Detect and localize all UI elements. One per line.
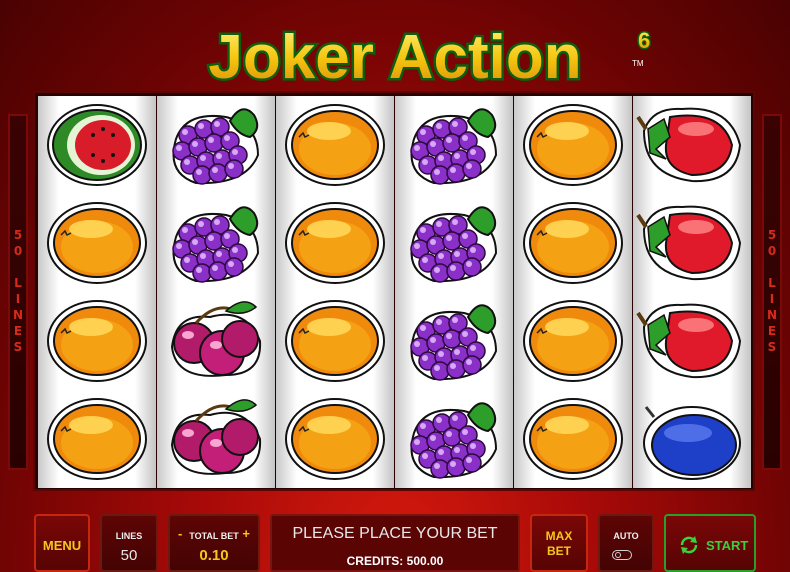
lines-value: 50: [120, 547, 138, 564]
max-bet-button[interactable]: MAX BET: [530, 514, 588, 572]
menu-button[interactable]: MENU: [34, 514, 90, 572]
reel-area: [33, 91, 755, 491]
lines-indicator-left: 50 LINES: [8, 114, 28, 470]
game-title: Joker Action 6 TM: [0, 0, 790, 93]
reel-3: [276, 96, 394, 488]
strawberry-icon: [636, 303, 742, 379]
message-panel: PLEASE PLACE YOUR BET CREDITS: 500.00: [270, 514, 520, 572]
grapes-icon: [410, 304, 498, 381]
total-bet-value: 0.10: [199, 547, 229, 564]
orange-icon: [285, 104, 385, 186]
reel-symbols: [47, 104, 147, 480]
orange-icon: [523, 300, 623, 382]
watermelon-icon: [47, 104, 147, 186]
cherries-icon: [170, 399, 262, 475]
lines-selector[interactable]: LINES 50: [100, 514, 158, 572]
grapes-icon: [410, 402, 498, 479]
orange-icon: [285, 300, 385, 382]
orange-icon: [523, 398, 623, 480]
reel-4: [395, 96, 513, 488]
orange-icon: [523, 104, 623, 186]
auto-label: AUTO: [613, 531, 639, 541]
max-bet-label: MAX BET: [532, 529, 586, 559]
reel-1: [38, 96, 156, 488]
total-bet-selector: - TOTAL BET + 0.10: [168, 514, 260, 572]
lines-label: LINES: [115, 531, 143, 541]
toggle-knob: [615, 552, 621, 558]
reel-5: [514, 96, 632, 488]
auto-toggle[interactable]: [612, 550, 632, 560]
title-superscript: 6: [638, 28, 650, 53]
autoplay-control[interactable]: AUTO: [598, 514, 654, 572]
reel-symbols: [285, 104, 385, 480]
game-title-text: Joker Action: [208, 23, 581, 92]
max-bet-label-line1: MAX: [545, 529, 573, 543]
reel-2: [157, 96, 275, 488]
orange-icon: [285, 202, 385, 284]
lines-indicator-label: 50 LINES: [765, 228, 779, 356]
strawberry-icon: [636, 205, 742, 281]
grapes-icon: [410, 108, 498, 185]
orange-icon: [47, 202, 147, 284]
start-button[interactable]: START: [664, 514, 756, 572]
orange-icon: [47, 300, 147, 382]
orange-icon: [47, 398, 147, 480]
start-label: START: [706, 538, 749, 553]
grapes-icon: [172, 206, 260, 283]
menu-button-label: MENU: [42, 538, 82, 553]
reel-symbols: [410, 108, 498, 479]
bet-increase-button[interactable]: +: [242, 526, 250, 541]
credits-display: CREDITS: 500.00: [346, 554, 444, 568]
strawberry-icon: [636, 107, 742, 183]
control-bar: MENU LINES 50 - TOTAL BET + 0.10 PLEASE …: [0, 508, 790, 572]
plum-icon: [643, 406, 741, 480]
game-logo: Joker Action 6 TM: [206, 21, 652, 93]
max-bet-label-line2: BET: [547, 544, 571, 558]
reel-symbols: [636, 107, 742, 480]
cherries-icon: [170, 301, 262, 377]
reel-symbols: [170, 108, 262, 475]
lines-indicator-label: 50 LINES: [11, 228, 25, 356]
grapes-icon: [410, 206, 498, 283]
lines-indicator-right: 50 LINES: [762, 114, 782, 470]
reel-symbols: [523, 104, 623, 480]
trademark: TM: [632, 59, 644, 68]
grapes-icon: [172, 108, 260, 185]
reel-6: [633, 96, 751, 488]
orange-icon: [523, 202, 623, 284]
orange-icon: [285, 398, 385, 480]
status-message: PLEASE PLACE YOUR BET: [292, 525, 498, 542]
spin-arrows-icon: [680, 536, 698, 554]
